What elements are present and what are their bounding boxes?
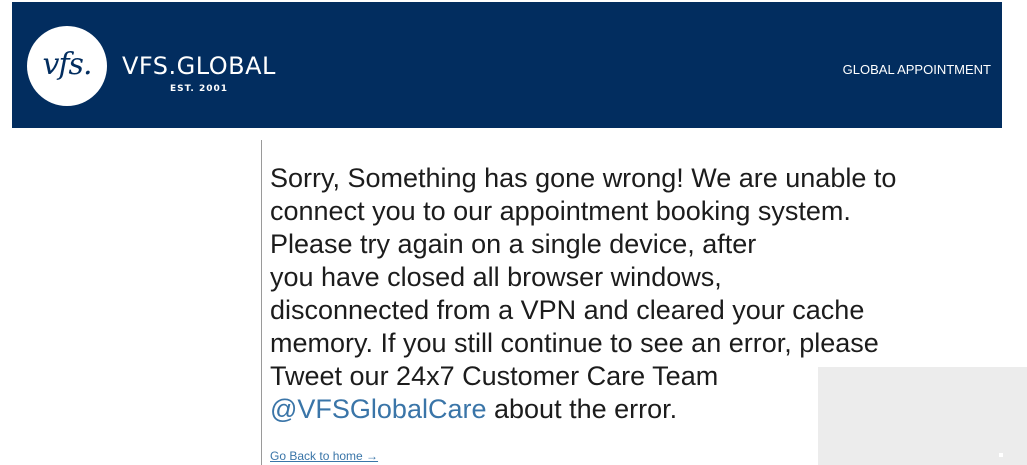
content-divider: [261, 140, 262, 465]
error-line: memory. If you still continue to see an …: [270, 328, 879, 358]
error-line: Please try again on a single device, aft…: [270, 229, 757, 259]
logo-mark: vfs.: [42, 47, 93, 82]
vfs-logo[interactable]: vfs.: [27, 26, 107, 106]
error-line: Sorry, Something has gone wrong! We are …: [270, 163, 897, 193]
brand-name: VFS.GLOBAL: [122, 52, 276, 80]
go-back-home-link[interactable]: Go Back to home →: [270, 449, 378, 463]
overlay-panel: [818, 367, 1027, 465]
overlay-dot: [999, 453, 1003, 457]
error-line: you have closed all browser windows,: [270, 262, 722, 292]
twitter-handle-link[interactable]: @VFSGlobalCare: [270, 394, 487, 424]
site-header: vfs. VFS.GLOBAL EST. 2001 GLOBAL APPOINT…: [12, 2, 1002, 128]
error-line: disconnected from a VPN and cleared your…: [270, 295, 865, 325]
global-appointment-link[interactable]: GLOBAL APPOINTMENT: [843, 62, 991, 77]
page: vfs. VFS.GLOBAL EST. 2001 GLOBAL APPOINT…: [0, 0, 1027, 465]
closing-text: about the error.: [486, 394, 678, 424]
error-line: connect you to our appointment booking s…: [270, 196, 851, 226]
brand-tagline: EST. 2001: [170, 84, 229, 94]
